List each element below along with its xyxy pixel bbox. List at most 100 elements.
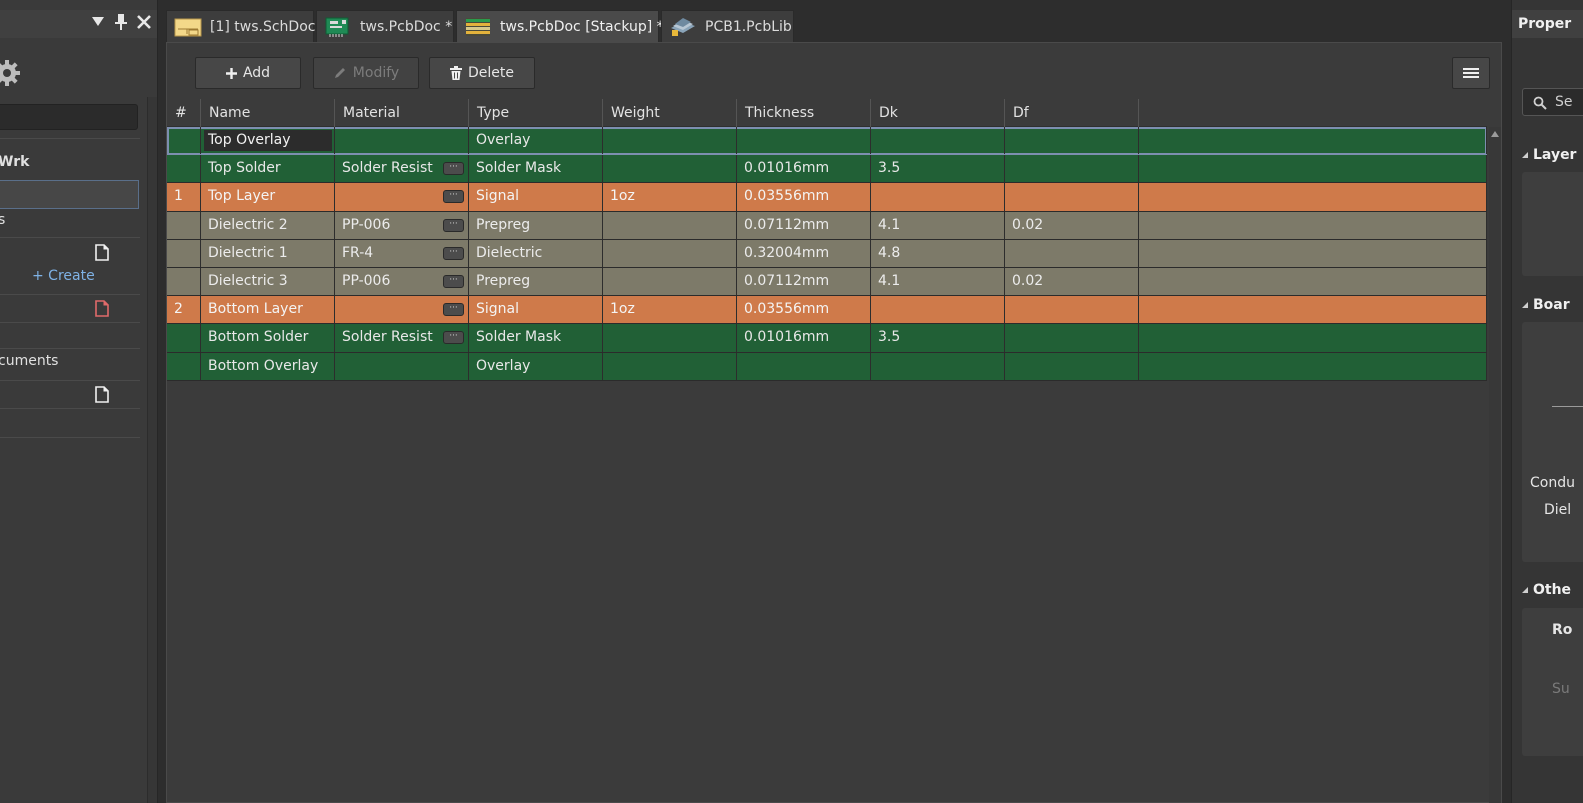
- add-layer-button[interactable]: Add: [195, 57, 301, 89]
- table-row[interactable]: Dielectric 3 PP-006 ··· Prepreg 0.07112mm 4.1…: [167, 267, 1487, 297]
- create-link[interactable]: + Create: [32, 268, 95, 284]
- cell-thickness[interactable]: [737, 352, 871, 380]
- cell-weight[interactable]: 1oz: [603, 296, 737, 324]
- cell-number[interactable]: [167, 211, 201, 239]
- cell-df[interactable]: 0.02: [1005, 211, 1139, 239]
- cell-type[interactable]: Overlay: [469, 352, 603, 380]
- cell-type[interactable]: Overlay: [469, 127, 603, 155]
- cell-number[interactable]: [167, 155, 201, 183]
- column-header-material[interactable]: Material: [335, 99, 469, 127]
- cell-dk[interactable]: 3.5: [871, 324, 1005, 352]
- cell-name[interactable]: Top Layer: [201, 183, 335, 211]
- tab-schdoc[interactable]: [1] tws.SchDoc: [166, 10, 315, 42]
- pin-icon[interactable]: [113, 13, 129, 31]
- cell-number[interactable]: [167, 267, 201, 296]
- cell-df[interactable]: [1005, 352, 1139, 380]
- tab-stackup[interactable]: tws.PcbDoc [Stackup] *: [456, 10, 664, 42]
- cell-material[interactable]: ···: [335, 296, 469, 324]
- tab-pcblib[interactable]: PCB1.PcbLib: [661, 10, 794, 42]
- cell-thickness[interactable]: 0.07112mm: [737, 211, 871, 239]
- cell-number[interactable]: [167, 324, 201, 352]
- cell-type[interactable]: Prepreg: [469, 267, 603, 296]
- cell-thickness[interactable]: 0.32004mm: [737, 239, 871, 267]
- cell-name[interactable]: Bottom Layer: [201, 296, 335, 324]
- cell-weight[interactable]: [603, 155, 737, 183]
- table-row[interactable]: Top Overlay Overlay: [167, 127, 1487, 156]
- cell-df[interactable]: [1005, 155, 1139, 183]
- column-header-name[interactable]: Name: [201, 99, 335, 127]
- cell-weight[interactable]: [603, 352, 737, 380]
- document-icon[interactable]: [95, 244, 109, 261]
- cell-thickness[interactable]: 0.03556mm: [737, 183, 871, 211]
- document-icon[interactable]: [95, 386, 109, 403]
- cell-material[interactable]: Solder Resist ···: [335, 155, 469, 183]
- cell-df[interactable]: [1005, 239, 1139, 267]
- cell-material[interactable]: [335, 127, 469, 155]
- cell-number[interactable]: [167, 352, 201, 380]
- cell-df[interactable]: 0.02: [1005, 267, 1139, 296]
- material-browse-button[interactable]: ···: [443, 274, 464, 288]
- table-row[interactable]: Top Solder Solder Resist ··· Solder Mask 0.0…: [167, 155, 1487, 184]
- cell-name[interactable]: Top Solder: [201, 155, 335, 183]
- cell-dk[interactable]: [871, 296, 1005, 324]
- cell-df[interactable]: [1005, 324, 1139, 352]
- table-menu-button[interactable]: [1452, 57, 1490, 89]
- cell-name[interactable]: Bottom Solder: [201, 324, 335, 352]
- cell-material[interactable]: PP-006 ···: [335, 211, 469, 239]
- cell-weight[interactable]: 1oz: [603, 183, 737, 211]
- cell-weight[interactable]: [603, 267, 737, 296]
- cell-dk[interactable]: [871, 183, 1005, 211]
- properties-search-input[interactable]: Se: [1522, 88, 1583, 116]
- cell-weight[interactable]: [603, 324, 737, 352]
- document-error-icon[interactable]: [95, 300, 109, 317]
- selected-tree-item[interactable]: [0, 180, 139, 209]
- cell-number[interactable]: [167, 127, 201, 155]
- cell-thickness[interactable]: 0.07112mm: [737, 267, 871, 296]
- table-row[interactable]: Dielectric 2 PP-006 ··· Prepreg 0.07112mm 4.1…: [167, 211, 1487, 240]
- cell-type[interactable]: Solder Mask: [469, 155, 603, 183]
- project-tree-root[interactable]: Wrk: [0, 154, 29, 170]
- table-row[interactable]: Bottom Overlay Overlay: [167, 352, 1487, 381]
- panel-menu-dropdown-icon[interactable]: [90, 13, 106, 31]
- cell-number[interactable]: 1: [167, 183, 201, 211]
- cell-number[interactable]: 2: [167, 296, 201, 324]
- material-browse-button[interactable]: ···: [443, 246, 464, 260]
- modify-layer-button[interactable]: Modify: [313, 57, 419, 89]
- cell-name[interactable]: Dielectric 3: [201, 267, 335, 296]
- cell-name[interactable]: Dielectric 2: [201, 211, 335, 239]
- cell-dk[interactable]: 4.8: [871, 239, 1005, 267]
- column-header-thickness[interactable]: Thickness: [737, 99, 871, 127]
- delete-layer-button[interactable]: Delete: [429, 57, 535, 89]
- cell-dk[interactable]: 3.5: [871, 155, 1005, 183]
- cell-name[interactable]: Bottom Overlay: [201, 352, 335, 380]
- cell-df[interactable]: [1005, 183, 1139, 211]
- cell-name[interactable]: Top Overlay: [201, 127, 335, 155]
- tree-item[interactable]: s: [0, 212, 5, 228]
- cell-thickness[interactable]: 0.03556mm: [737, 296, 871, 324]
- table-row[interactable]: Bottom Solder Solder Resist ··· Solder Mask…: [167, 324, 1487, 353]
- cell-thickness[interactable]: 0.01016mm: [737, 324, 871, 352]
- cell-dk[interactable]: 4.1: [871, 211, 1005, 239]
- cell-material[interactable]: Solder Resist ···: [335, 324, 469, 352]
- panel-scrollbar[interactable]: [147, 97, 157, 803]
- cell-thickness[interactable]: 0.01016mm: [737, 155, 871, 183]
- close-icon[interactable]: [136, 13, 152, 31]
- cell-type[interactable]: Dielectric: [469, 239, 603, 267]
- material-browse-button[interactable]: ···: [443, 218, 464, 232]
- cell-df[interactable]: [1005, 127, 1139, 155]
- cell-number[interactable]: [167, 239, 201, 267]
- tab-pcbdoc[interactable]: tws.PcbDoc *: [316, 10, 454, 42]
- column-header-type[interactable]: Type: [469, 99, 603, 127]
- cell-thickness[interactable]: [737, 127, 871, 155]
- cell-material[interactable]: PP-006 ···: [335, 267, 469, 296]
- column-header-number[interactable]: #: [167, 99, 201, 127]
- column-header-dk[interactable]: Dk: [871, 99, 1005, 127]
- cell-dk[interactable]: [871, 127, 1005, 155]
- column-header-df[interactable]: Df: [1005, 99, 1139, 127]
- material-browse-button[interactable]: ···: [443, 162, 464, 176]
- cell-material[interactable]: ···: [335, 183, 469, 211]
- table-row[interactable]: 1 Top Layer ··· Signal 1oz 0.03556mm: [167, 183, 1487, 212]
- section-layers[interactable]: Layer: [1522, 147, 1576, 163]
- column-header-weight[interactable]: Weight: [603, 99, 737, 127]
- documents-group[interactable]: cuments: [0, 353, 58, 369]
